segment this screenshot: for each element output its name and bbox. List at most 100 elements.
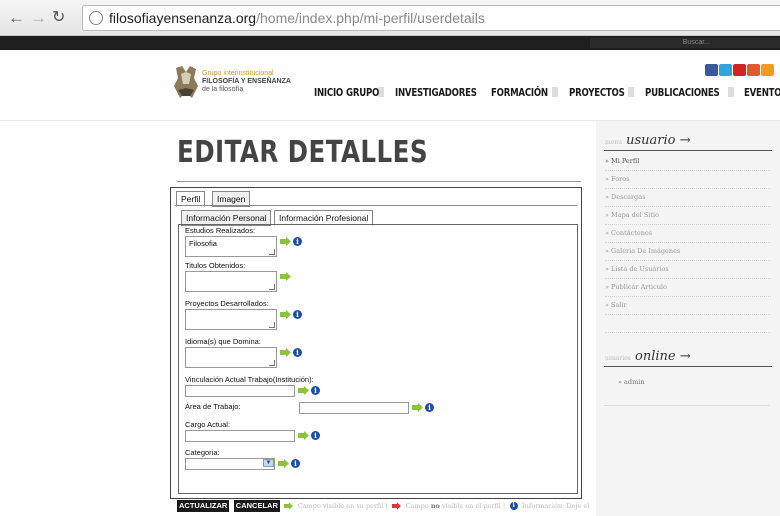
sidebar-item-mapa-del-sitio[interactable]: » Mapa del Sitio — [605, 207, 771, 225]
user-details-form: Perfil Imagen Información Personal Infor… — [170, 187, 582, 499]
info-icon[interactable]: i — [291, 459, 300, 468]
cancel-button[interactable]: CANCELAR — [233, 499, 280, 512]
sidebar-item-contactenos[interactable]: » Contáctenos — [605, 225, 771, 243]
info-icon: i — [509, 501, 518, 510]
url-text[interactable]: filosofiayensenanza.org/home/index.php/m… — [109, 10, 485, 26]
facebook-icon[interactable] — [705, 64, 718, 76]
titulos-textarea[interactable] — [185, 271, 277, 292]
visible-field-icon[interactable] — [298, 431, 309, 440]
online-title: online — [635, 349, 676, 364]
menu-small-label: menu — [605, 139, 622, 146]
info-icon[interactable]: i — [293, 348, 302, 357]
proyectos-label: Proyectos Desarrollados: — [185, 299, 269, 308]
online-user-admin[interactable]: » admin — [618, 378, 645, 386]
youtube-icon[interactable] — [733, 64, 746, 76]
forward-arrow-icon[interactable]: → — [30, 9, 47, 27]
sidebar-item-foros[interactable]: » Foros — [605, 171, 771, 189]
info-icon[interactable]: i — [311, 386, 320, 395]
nav-item-inicio[interactable]: INICIO — [314, 87, 343, 99]
idiomas-label: Idioma(s) que Domina: — [185, 337, 261, 346]
site-search-input[interactable]: Buscar... — [590, 38, 780, 48]
visible-field-icon[interactable] — [412, 403, 423, 412]
info-icon[interactable]: i — [293, 310, 302, 319]
page-title: EDITAR DETALLES — [177, 135, 428, 170]
info-icon[interactable]: i — [311, 431, 320, 440]
main-nav: INICIO GRUPO INVESTIGADORES FORMACIÓN PR… — [314, 83, 780, 99]
legend-not-suffix: visible en el perfil | — [441, 501, 506, 510]
reload-icon[interactable]: ↻ — [52, 9, 65, 27]
back-arrow-icon[interactable]: ← — [8, 9, 25, 27]
site-logo[interactable]: Grupo interinstitucional FILOSOFÍA Y ENS… — [172, 64, 292, 102]
legend-not-prefix: Campo — [405, 501, 429, 510]
logo-line-1: Grupo interinstitucional — [202, 70, 274, 77]
nav-item-publicaciones[interactable]: PUBLICACIONES — [645, 87, 720, 99]
nav-separator — [552, 86, 559, 97]
visible-field-icon[interactable] — [280, 272, 291, 281]
cargo-input[interactable] — [185, 430, 295, 442]
nav-item-proyectos[interactable]: PROYECTOS — [569, 87, 625, 99]
nav-item-grupo[interactable]: GRUPO — [346, 87, 379, 99]
visible-field-icon[interactable] — [298, 386, 309, 395]
title-divider — [177, 181, 581, 182]
globe-icon — [89, 11, 103, 25]
logo-line-3: de la filosofía — [202, 86, 244, 93]
tab-divider — [175, 205, 577, 206]
sidebar: menu usuario → » Mi Perfil » Foros » Des… — [596, 121, 780, 516]
legend-not-visible: Campo no visible en el perfil | — [406, 502, 506, 510]
logo-line-2: FILOSOFÍA Y ENSEÑANZA — [202, 78, 291, 85]
arrow-right-icon: → — [679, 349, 691, 364]
categoria-select-overlay: ▼ — [185, 458, 275, 470]
visible-field-icon — [284, 502, 294, 510]
area-input[interactable] — [299, 402, 409, 414]
sidebar-item-lista-usuarios[interactable]: » Lista de Usuarios — [605, 261, 771, 279]
dropdown-arrow-icon[interactable]: ▼ — [263, 459, 274, 467]
nav-item-formacion[interactable]: FORMACIÓN — [491, 87, 548, 99]
arrow-right-icon: → — [679, 133, 691, 148]
form-actions: ACTUALIZAR CANCELAR Campo visible en su … — [177, 497, 590, 512]
legend-info: Información: Deje el — [522, 501, 590, 510]
visible-field-icon[interactable] — [280, 310, 291, 319]
sidebar-spacer — [605, 315, 771, 333]
delicious-icon[interactable] — [747, 64, 760, 76]
sidebar-rule — [604, 366, 772, 367]
categoria-label: Categoria: — [185, 448, 220, 457]
visible-field-icon[interactable] — [278, 459, 289, 468]
logo-text: Grupo interinstitucional FILOSOFÍA Y ENS… — [202, 70, 291, 94]
area-label: Área de Trabajo: — [185, 402, 241, 411]
address-bar[interactable]: filosofiayensenanza.org/home/index.php/m… — [82, 5, 780, 31]
not-visible-field-icon — [392, 502, 402, 510]
info-icon[interactable]: i — [293, 237, 302, 246]
site-topbar: Buscar... — [0, 36, 780, 50]
update-button[interactable]: ACTUALIZAR — [177, 499, 230, 512]
sidebar-rule — [604, 405, 770, 406]
sidebar-item-descargas[interactable]: » Descargas — [605, 189, 771, 207]
visible-field-icon[interactable] — [280, 237, 291, 246]
legend-not-bold: no — [430, 501, 440, 510]
rss-icon[interactable] — [761, 64, 774, 76]
professional-info-panel: Estudios Realizados: Filosofia i Titulos… — [178, 224, 578, 494]
nav-separator — [727, 86, 734, 97]
nav-separator — [628, 86, 635, 97]
logo-figure-icon — [174, 66, 198, 98]
sidebar-rule — [604, 150, 772, 151]
sidebar-item-mi-perfil[interactable]: » Mi Perfil — [605, 153, 771, 171]
cargo-label: Cargo Actual: — [185, 420, 231, 429]
info-icon[interactable]: i — [425, 403, 434, 412]
idiomas-textarea[interactable] — [185, 347, 277, 368]
legend-visible: Campo visible en su perfil | — [297, 501, 388, 510]
browser-toolbar: ← → ↻ filosofiayensenanza.org/home/index… — [0, 0, 780, 36]
twitter-icon[interactable] — [719, 64, 732, 76]
nav-item-eventos[interactable]: EVENTOS — [744, 87, 780, 99]
sidebar-item-publicar-articulo[interactable]: » Publicar Articulo — [605, 279, 771, 297]
estudios-textarea[interactable]: Filosofia — [185, 236, 277, 257]
sidebar-item-salir[interactable]: » Salir — [605, 297, 771, 315]
sidebar-menu-heading: menu usuario → — [605, 133, 691, 148]
vinculacion-input[interactable] — [185, 385, 295, 397]
main-content: EDITAR DETALLES Perfil Imagen Informació… — [0, 121, 596, 516]
visible-field-icon[interactable] — [280, 348, 291, 357]
sidebar-online-heading: usuarios online → — [605, 349, 691, 364]
vinculacion-label: Vinculación Actual Trabajo(Institución): — [185, 375, 314, 384]
nav-item-investigadores[interactable]: INVESTIGADORES — [395, 87, 477, 99]
proyectos-textarea[interactable] — [185, 309, 277, 330]
sidebar-item-galeria[interactable]: » Galeria De Imágenes — [605, 243, 771, 261]
